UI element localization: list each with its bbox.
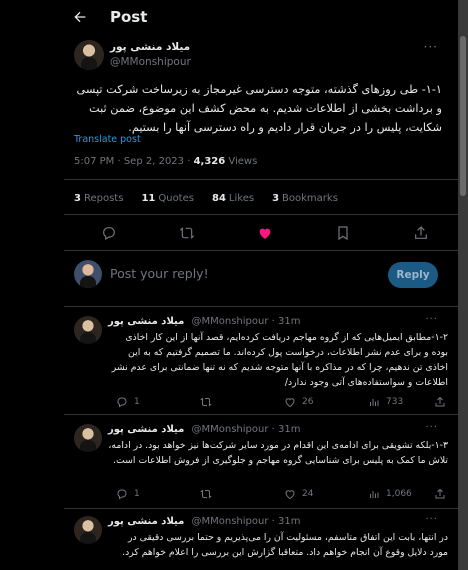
reply-repost-button[interactable]	[200, 396, 212, 408]
views-icon	[370, 399, 379, 406]
bookmarks-stat[interactable]: 3 Bookmarks	[272, 193, 338, 204]
more-options-icon[interactable]: ···	[425, 514, 438, 525]
scrollbar-thumb[interactable]	[460, 36, 466, 196]
reply-author-name[interactable]: میلاد منشی پور	[108, 516, 184, 527]
views-icon	[370, 491, 379, 498]
user-avatar	[74, 260, 102, 288]
likes-stat[interactable]: 84 Likes	[212, 193, 254, 204]
author-avatar[interactable]	[74, 40, 104, 70]
reply-like-button[interactable]: 24	[284, 488, 313, 500]
author-name[interactable]: میلاد منشی پور	[110, 41, 190, 53]
post-actions	[100, 224, 430, 242]
scrollbar[interactable]	[458, 0, 468, 570]
like-icon	[285, 490, 295, 500]
share-icon[interactable]	[412, 224, 430, 242]
reply-share-button[interactable]	[434, 396, 446, 408]
reply-item[interactable]: میلاد منشی پور @MMonshipour · 31m ··· ۱-…	[74, 314, 448, 414]
divider	[64, 414, 458, 415]
more-options-icon[interactable]: ···	[425, 314, 438, 325]
post-stats: 3 Reposts 11 Quotes 84 Likes 3 Bookmarks	[74, 193, 338, 204]
divider	[64, 250, 458, 251]
repost-icon[interactable]	[178, 224, 196, 242]
post-meta: 5:07 PM · Sep 2, 2023 · 4,326 Views	[74, 156, 257, 167]
reposts-stat[interactable]: 3 Reposts	[74, 193, 123, 204]
reply-comment-button[interactable]: 1	[116, 396, 140, 408]
page-title: Post	[110, 8, 148, 26]
divider	[64, 179, 458, 180]
reply-item[interactable]: میلاد منشی پور @MMonshipour · 31m ··· ۱-…	[74, 422, 448, 504]
reply-button[interactable]: Reply	[388, 262, 438, 288]
reply-icon	[117, 397, 127, 408]
reply-input[interactable]: Post your reply!	[110, 266, 209, 281]
reply-share-button[interactable]	[434, 488, 446, 500]
reply-header: میلاد منشی پور @MMonshipour · 31m ···	[108, 422, 448, 435]
back-arrow-icon[interactable]	[70, 7, 90, 27]
repost-icon	[200, 397, 212, 407]
divider	[64, 306, 458, 307]
reply-item[interactable]: میلاد منشی پور @MMonshipour · 31m ··· در…	[74, 514, 448, 570]
reply-views[interactable]: 1,066	[368, 488, 412, 500]
post-author: میلاد منشی پور @MMonshipour ···	[74, 40, 448, 76]
author-handle[interactable]: @MMonshipour	[110, 56, 191, 68]
reply-header: میلاد منشی پور @MMonshipour · 31m ···	[108, 514, 448, 527]
reply-avatar[interactable]	[74, 316, 102, 344]
reply-header: میلاد منشی پور @MMonshipour · 31m ···	[108, 314, 448, 327]
post-text: ۱-۱- طی روزهای گذشته، متوجه دسترسی غیرمج…	[76, 83, 442, 134]
reply-author-handle[interactable]: @MMonshipour	[192, 516, 269, 527]
more-options-icon[interactable]: ···	[424, 40, 438, 54]
reply-composer: Post your reply! Reply	[74, 260, 458, 296]
reply-comment-button[interactable]: 1	[116, 488, 140, 500]
post-page: Post میلاد منشی پور @MMonshipour ··· ۱-۱…	[0, 0, 458, 570]
reply-avatar[interactable]	[74, 516, 102, 544]
reply-text: در انتها، بابت این اتفاق متاسفم، مسئولیت…	[122, 532, 448, 558]
quotes-stat[interactable]: 11 Quotes	[141, 193, 194, 204]
page-header: Post	[0, 0, 458, 34]
reply-author-handle[interactable]: @MMonshipour	[192, 316, 269, 327]
reply-icon	[117, 489, 127, 500]
like-icon	[285, 398, 295, 408]
share-icon	[435, 488, 445, 499]
repost-icon	[200, 489, 212, 499]
like-icon[interactable]	[256, 224, 274, 242]
reply-author-name[interactable]: میلاد منشی پور	[108, 424, 184, 435]
reply-views[interactable]: 733	[368, 396, 403, 408]
reply-time[interactable]: · 31m	[272, 516, 301, 527]
divider	[64, 214, 458, 215]
reply-text: ۱-۳-بلکه تشویقی برای ادامه‌ی این اقدام د…	[108, 440, 448, 466]
post-timestamp[interactable]: 5:07 PM · Sep 2, 2023 ·	[74, 156, 194, 167]
bookmark-icon[interactable]	[334, 224, 352, 242]
reply-repost-button[interactable]	[200, 488, 212, 500]
more-options-icon[interactable]: ···	[425, 422, 438, 433]
views-count: 4,326	[193, 156, 226, 167]
reply-avatar[interactable]	[74, 424, 102, 452]
views-label: Views	[225, 156, 258, 167]
reply-author-handle[interactable]: @MMonshipour	[192, 424, 269, 435]
reply-author-name[interactable]: میلاد منشی پور	[108, 316, 184, 327]
reply-time[interactable]: · 31m	[272, 316, 301, 327]
share-icon	[435, 396, 445, 407]
reply-like-button[interactable]: 26	[284, 396, 313, 408]
reply-icon[interactable]	[100, 224, 118, 242]
translate-post-link[interactable]: Translate post	[74, 134, 141, 145]
reply-time[interactable]: · 31m	[272, 424, 301, 435]
reply-text: ۱-۲-مطابق ایمیل‌هایی که از گروه مهاجم در…	[111, 332, 448, 388]
divider	[64, 508, 458, 509]
